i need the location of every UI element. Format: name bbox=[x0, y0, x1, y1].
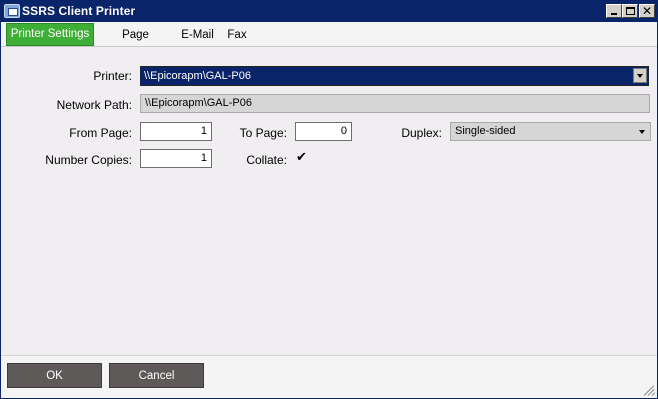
tab-printer-settings[interactable]: Printer Settings bbox=[6, 23, 94, 46]
chevron-down-icon bbox=[639, 130, 645, 134]
close-icon: ✕ bbox=[641, 4, 653, 18]
tab-strip: Printer Settings Page Setting E-Mail Fax bbox=[1, 22, 657, 63]
minimize-button[interactable] bbox=[606, 4, 622, 18]
resize-grip-icon[interactable] bbox=[643, 384, 656, 396]
chevron-down-icon bbox=[637, 74, 643, 78]
to-page-label: To Page: bbox=[239, 126, 287, 140]
cancel-button[interactable]: Cancel bbox=[109, 363, 204, 388]
duplex-value: Single-sided bbox=[455, 125, 516, 137]
printer-settings-panel: Printer: \\Epicorapm\GAL-P06 Network Pat… bbox=[1, 47, 657, 355]
number-copies-input[interactable]: 1 bbox=[140, 149, 212, 168]
duplex-select[interactable]: Single-sided bbox=[450, 122, 651, 141]
collate-checkbox[interactable]: ✔ bbox=[295, 149, 307, 164]
to-page-input[interactable]: 0 bbox=[295, 122, 352, 141]
number-copies-label: Number Copies: bbox=[45, 153, 132, 167]
app-printer-icon bbox=[4, 4, 20, 18]
checkmark-icon: ✔ bbox=[296, 149, 307, 164]
dialog-window: SSRS Client Printer ✕ Printer Settings P… bbox=[0, 0, 658, 399]
tab-page-setting[interactable]: Page Setting bbox=[103, 24, 168, 63]
tab-fax[interactable]: Fax bbox=[226, 24, 248, 46]
minimize-icon bbox=[611, 13, 617, 15]
duplex-label: Duplex: bbox=[401, 126, 442, 140]
title-bar[interactable]: SSRS Client Printer ✕ bbox=[1, 1, 657, 22]
maximize-icon bbox=[626, 7, 635, 15]
tab-email[interactable]: E-Mail bbox=[181, 24, 214, 46]
network-path-value: \\Epicorapm\GAL-P06 bbox=[145, 97, 252, 109]
window-title: SSRS Client Printer bbox=[22, 4, 136, 18]
close-button[interactable]: ✕ bbox=[639, 4, 655, 18]
printer-label: Printer: bbox=[93, 69, 132, 83]
duplex-dropdown-button[interactable] bbox=[637, 126, 649, 138]
collate-label: Collate: bbox=[246, 153, 287, 167]
from-page-input[interactable]: 1 bbox=[140, 122, 212, 141]
button-bar: OK Cancel bbox=[1, 355, 657, 398]
network-path-field: \\Epicorapm\GAL-P06 bbox=[140, 94, 650, 113]
maximize-button[interactable] bbox=[622, 4, 638, 18]
network-path-label: Network Path: bbox=[56, 98, 132, 112]
from-page-label: From Page: bbox=[69, 126, 132, 140]
printer-value: \\Epicorapm\GAL-P06 bbox=[144, 70, 251, 82]
printer-select[interactable]: \\Epicorapm\GAL-P06 bbox=[140, 66, 649, 86]
ok-button[interactable]: OK bbox=[7, 363, 102, 388]
printer-dropdown-button[interactable] bbox=[633, 68, 647, 83]
